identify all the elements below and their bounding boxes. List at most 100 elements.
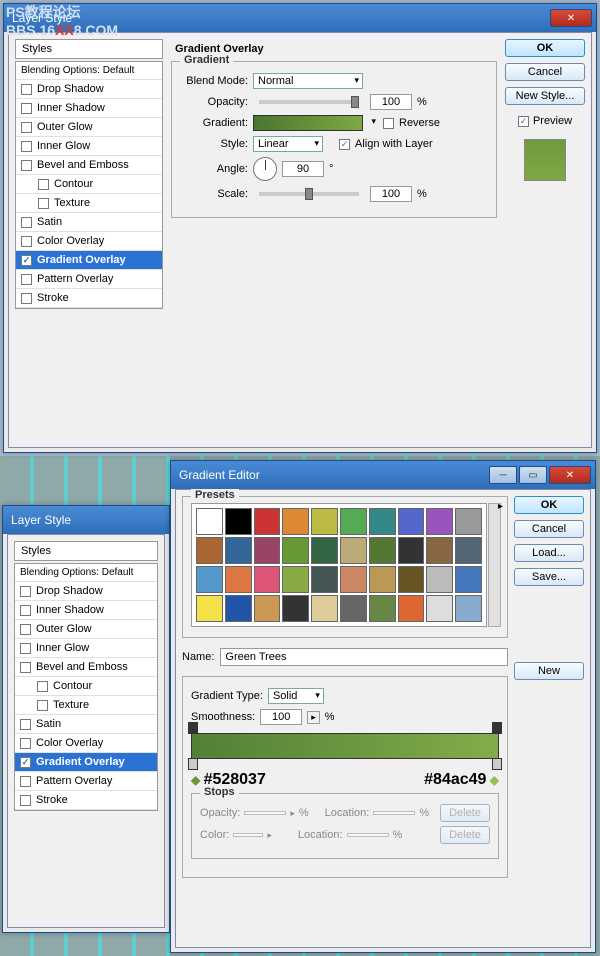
preset-swatch[interactable] bbox=[398, 595, 425, 622]
effect-row[interactable]: Satin bbox=[15, 715, 157, 734]
titlebar[interactable]: Layer Style bbox=[3, 506, 169, 534]
effect-row[interactable]: Inner Shadow bbox=[16, 99, 162, 118]
preset-swatch[interactable] bbox=[398, 566, 425, 593]
effect-row[interactable]: Inner Shadow bbox=[15, 601, 157, 620]
preset-swatch[interactable] bbox=[254, 537, 281, 564]
save-button[interactable]: Save... bbox=[514, 568, 584, 586]
angle-input[interactable]: 90 bbox=[282, 161, 324, 177]
scale-slider[interactable] bbox=[259, 192, 359, 196]
stop-location-input[interactable] bbox=[373, 811, 415, 815]
preset-swatch[interactable] bbox=[455, 566, 482, 593]
align-checkbox[interactable]: ✓ bbox=[339, 139, 350, 150]
minimize-button[interactable]: ─ bbox=[489, 466, 517, 484]
effect-checkbox[interactable] bbox=[21, 236, 32, 247]
new-button[interactable]: New bbox=[514, 662, 584, 680]
color-stop-right[interactable] bbox=[492, 758, 502, 770]
effect-checkbox[interactable] bbox=[37, 681, 48, 692]
preset-swatch[interactable] bbox=[455, 595, 482, 622]
effect-checkbox[interactable] bbox=[20, 795, 31, 806]
ok-button[interactable]: OK bbox=[505, 39, 585, 57]
effect-checkbox[interactable] bbox=[20, 605, 31, 616]
effect-checkbox[interactable] bbox=[20, 624, 31, 635]
stop-color-swatch[interactable] bbox=[233, 833, 263, 837]
preset-swatch[interactable] bbox=[455, 508, 482, 535]
effect-row[interactable]: Contour bbox=[16, 175, 162, 194]
effect-checkbox[interactable] bbox=[37, 700, 48, 711]
opacity-input[interactable]: 100 bbox=[370, 94, 412, 110]
effect-row[interactable]: Color Overlay bbox=[16, 232, 162, 251]
color-stop-left[interactable] bbox=[188, 758, 198, 770]
opacity-slider[interactable] bbox=[259, 100, 359, 104]
preset-swatch[interactable] bbox=[369, 566, 396, 593]
close-button[interactable]: ✕ bbox=[549, 466, 591, 484]
angle-dial[interactable] bbox=[253, 157, 277, 181]
effect-row[interactable]: Bevel and Emboss bbox=[15, 658, 157, 677]
effect-row[interactable]: Outer Glow bbox=[15, 620, 157, 639]
effect-row[interactable]: Bevel and Emboss bbox=[16, 156, 162, 175]
preset-swatch[interactable] bbox=[225, 566, 252, 593]
preset-swatch[interactable] bbox=[196, 537, 223, 564]
name-input[interactable] bbox=[220, 648, 508, 666]
reverse-checkbox[interactable] bbox=[383, 118, 394, 129]
effect-checkbox[interactable]: ✓ bbox=[21, 255, 32, 266]
blending-options-row[interactable]: Blending Options: Default bbox=[15, 564, 157, 582]
effect-checkbox[interactable] bbox=[20, 776, 31, 787]
preset-swatch[interactable] bbox=[426, 537, 453, 564]
gradient-type-select[interactable]: Solid bbox=[268, 688, 324, 704]
preset-swatch[interactable] bbox=[398, 508, 425, 535]
preset-swatch[interactable] bbox=[311, 566, 338, 593]
preset-swatch[interactable] bbox=[369, 595, 396, 622]
effect-row[interactable]: ✓Gradient Overlay bbox=[15, 753, 157, 772]
effect-row[interactable]: Drop Shadow bbox=[16, 80, 162, 99]
preset-swatch[interactable] bbox=[426, 566, 453, 593]
effect-checkbox[interactable] bbox=[20, 719, 31, 730]
preset-swatch[interactable] bbox=[282, 595, 309, 622]
effect-row[interactable]: Pattern Overlay bbox=[15, 772, 157, 791]
preset-swatch[interactable] bbox=[196, 595, 223, 622]
effect-checkbox[interactable] bbox=[38, 198, 49, 209]
effect-checkbox[interactable] bbox=[20, 586, 31, 597]
preset-swatch[interactable] bbox=[369, 537, 396, 564]
preset-swatch[interactable] bbox=[369, 508, 396, 535]
effect-checkbox[interactable] bbox=[21, 293, 32, 304]
effect-checkbox[interactable] bbox=[20, 662, 31, 673]
preset-swatch[interactable] bbox=[196, 508, 223, 535]
close-button[interactable]: ✕ bbox=[550, 9, 592, 27]
ok-button[interactable]: OK bbox=[514, 496, 584, 514]
presets-scrollbar[interactable] bbox=[488, 503, 501, 627]
preset-swatch[interactable] bbox=[282, 508, 309, 535]
preset-swatch[interactable] bbox=[282, 566, 309, 593]
preset-swatch[interactable] bbox=[311, 595, 338, 622]
preset-swatch[interactable] bbox=[340, 537, 367, 564]
effect-checkbox[interactable] bbox=[20, 643, 31, 654]
preset-swatch[interactable] bbox=[340, 595, 367, 622]
smoothness-input[interactable]: 100 bbox=[260, 709, 302, 725]
maximize-button[interactable]: ▭ bbox=[519, 466, 547, 484]
effect-checkbox[interactable]: ✓ bbox=[20, 757, 31, 768]
cancel-button[interactable]: Cancel bbox=[505, 63, 585, 81]
preset-swatch[interactable] bbox=[340, 566, 367, 593]
effect-checkbox[interactable] bbox=[21, 217, 32, 228]
opacity-stop-left[interactable] bbox=[188, 722, 198, 734]
effect-row[interactable]: Satin bbox=[16, 213, 162, 232]
preset-swatch[interactable] bbox=[225, 537, 252, 564]
preset-swatch[interactable] bbox=[426, 508, 453, 535]
preset-swatch[interactable] bbox=[254, 595, 281, 622]
preset-swatch[interactable] bbox=[254, 566, 281, 593]
stop-color-location-input[interactable] bbox=[347, 833, 389, 837]
styles-header[interactable]: Styles bbox=[15, 39, 163, 59]
effect-row[interactable]: Stroke bbox=[16, 289, 162, 308]
preset-swatch[interactable] bbox=[455, 537, 482, 564]
effect-row[interactable]: Outer Glow bbox=[16, 118, 162, 137]
stop-opacity-input[interactable] bbox=[244, 811, 286, 815]
load-button[interactable]: Load... bbox=[514, 544, 584, 562]
effect-row[interactable]: Inner Glow bbox=[16, 137, 162, 156]
effect-checkbox[interactable] bbox=[21, 122, 32, 133]
blend-mode-select[interactable]: Normal bbox=[253, 73, 363, 89]
preset-swatch[interactable] bbox=[254, 508, 281, 535]
effect-row[interactable]: Texture bbox=[15, 696, 157, 715]
preset-swatch[interactable] bbox=[340, 508, 367, 535]
effect-row[interactable]: Pattern Overlay bbox=[16, 270, 162, 289]
styles-header[interactable]: Styles bbox=[14, 541, 158, 561]
preview-checkbox[interactable]: ✓ bbox=[518, 116, 529, 127]
